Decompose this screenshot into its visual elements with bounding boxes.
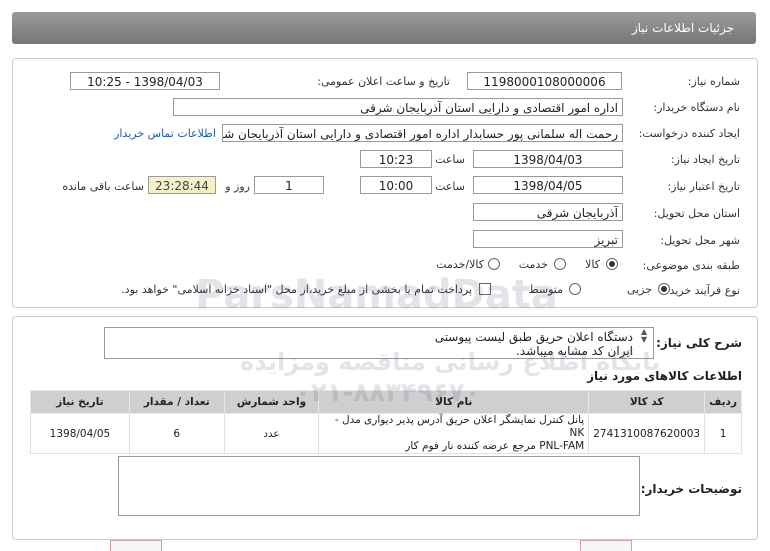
category-label: طبقه بندی موضوعی: [642, 259, 740, 272]
col-unit: واحد شمارش [223, 390, 320, 414]
category-goods-label: کالا [585, 258, 600, 271]
validity-days-label: روز و [225, 180, 250, 193]
created-date-label: تاریخ ایجاد نیاز: [670, 153, 740, 166]
cell-qty: 6 [128, 413, 225, 454]
process-minor-radio[interactable] [658, 283, 670, 295]
process-medium-label: متوسط [528, 283, 563, 296]
buyer-notes-label: توضیحات خریدار: [640, 482, 742, 496]
cell-date: 1398/04/05 [30, 413, 130, 454]
remaining-time-label: ساعت باقی مانده [62, 180, 144, 193]
treasury-bonds-checkbox[interactable] [479, 283, 491, 295]
requester-field: رحمت اله سلمانی پور حسابدار اداره امور ا… [222, 124, 623, 142]
page-header: جزئیات اطلاعات نیاز [12, 12, 756, 44]
category-goods-service-label: کالا/خدمت [436, 258, 484, 271]
city-field: تبریز [473, 230, 623, 248]
cell-row: 1 [704, 413, 742, 454]
requester-label: ایجاد کننده درخواست: [638, 127, 740, 140]
items-header-row: ردیف کد کالا نام کالا واحد شمارش تعداد /… [30, 390, 742, 414]
validity-time-label: ساعت [435, 180, 465, 193]
buyer-org-label: نام دستگاه خریدار: [653, 101, 740, 114]
announce-datetime-field: 1398/04/03 - 10:25 [70, 72, 220, 90]
process-medium-radio[interactable] [569, 283, 581, 295]
validity-date-label: تاریخ اعتبار نیاز: [667, 180, 740, 193]
items-section-title: اطلاعات کالاهای مورد نیاز [587, 369, 742, 383]
treasury-bonds-text: پرداخت تمام یا بخشی از مبلغ خرید،از محل … [121, 283, 472, 296]
validity-date-field: 1398/04/05 [473, 176, 623, 194]
validity-days-field: 1 [254, 176, 324, 194]
page-title: جزئیات اطلاعات نیاز [631, 21, 734, 35]
scroll-arrows-icon[interactable]: ▲ ▼ [641, 328, 647, 344]
process-label: نوع فرآیند خرید : [662, 284, 740, 297]
bottom-button-right[interactable] [580, 540, 632, 551]
col-date: تاریخ نیاز [30, 390, 130, 414]
created-time-field: 10:23 [360, 150, 432, 168]
description-line2: ایران کد مشابه میباشد. [516, 344, 633, 358]
table-row: 1 2741310087620003 پانل کنترل نمایشگر اع… [30, 413, 742, 454]
description-label: شرح کلی نیاز: [656, 336, 742, 350]
cell-name-line1: پانل کنترل نمایشگر اعلان حریق آدرس پذیر … [334, 414, 585, 439]
created-time-label: ساعت [435, 153, 465, 166]
col-name: نام کالا [318, 390, 590, 414]
province-field: آذربایجان شرقی [473, 203, 623, 221]
description-line1: دستگاه اعلان حریق طبق لیست پیوستی [434, 330, 633, 344]
description-field: دستگاه اعلان حریق طبق لیست پیوستی ایران … [104, 327, 654, 359]
col-code: کد کالا [588, 390, 706, 414]
col-row: ردیف [704, 390, 742, 414]
cell-unit: عدد [223, 413, 320, 454]
category-service-radio[interactable] [554, 258, 566, 270]
bottom-button-left[interactable] [110, 540, 162, 551]
cell-name-line2: PNL-FAM مرجع عرضه کننده نار فوم کار [405, 440, 585, 452]
created-date-field: 1398/04/03 [473, 150, 623, 168]
validity-time-field: 10:00 [360, 176, 432, 194]
process-minor-label: جزیی [626, 283, 652, 296]
buyer-contact-link[interactable]: اطلاعات تماس خریدار [114, 127, 216, 140]
need-number-label: شماره نیاز: [687, 75, 740, 88]
need-number-field: 1198000108000006 [467, 72, 622, 90]
items-table: ردیف کد کالا نام کالا واحد شمارش تعداد /… [30, 390, 742, 454]
cell-name: پانل کنترل نمایشگر اعلان حریق آدرس پذیر … [318, 413, 590, 454]
col-qty: تعداد / مقدار [128, 390, 225, 414]
cell-code: 2741310087620003 [588, 413, 706, 454]
category-goods-service-radio[interactable] [488, 258, 500, 270]
remaining-time-field: 23:28:44 [148, 176, 216, 194]
buyer-org-field: اداره امور اقتصادی و دارایی استان آذربای… [173, 98, 623, 116]
buyer-notes-field [118, 456, 640, 516]
category-goods-radio[interactable] [606, 258, 618, 270]
announce-datetime-label: تاریخ و ساعت اعلان عمومی: [317, 75, 450, 88]
province-label: استان محل تحویل: [653, 207, 740, 220]
city-label: شهر محل تحویل: [660, 234, 740, 247]
category-service-label: خدمت [518, 258, 548, 271]
